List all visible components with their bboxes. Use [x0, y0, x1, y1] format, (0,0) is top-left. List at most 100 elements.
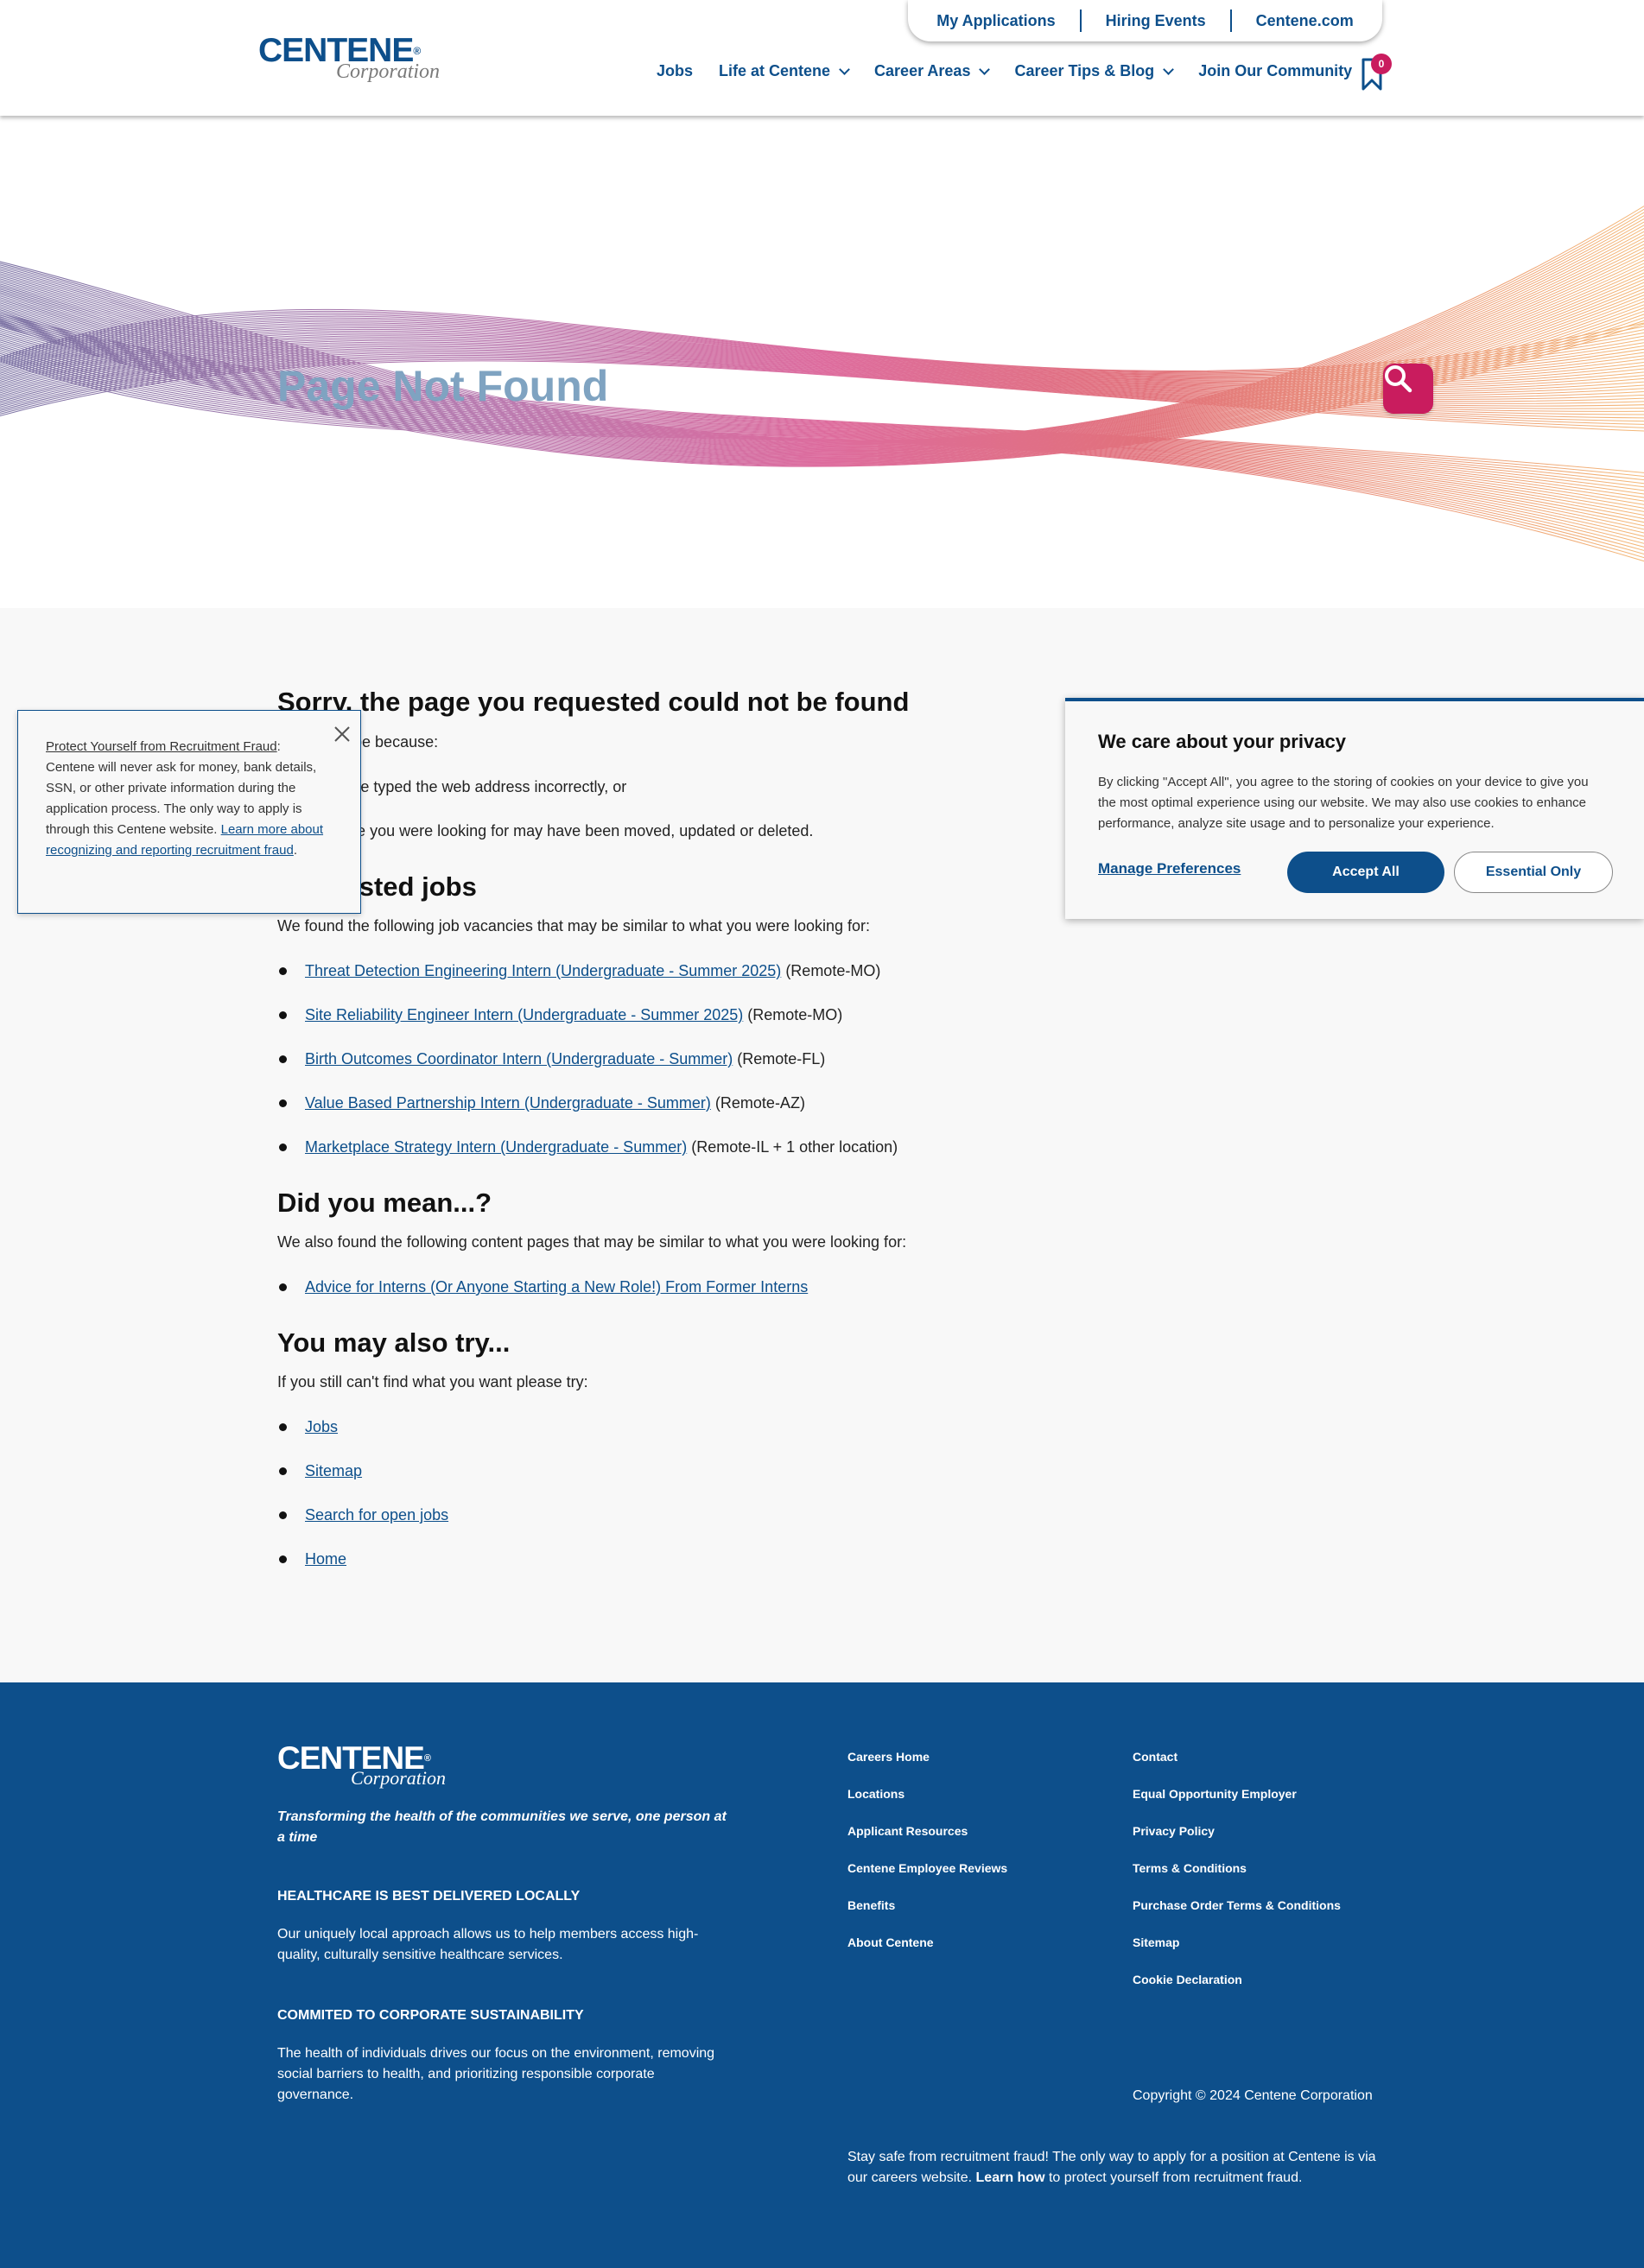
nav-career-areas[interactable]: Career Areas — [874, 62, 991, 80]
list-item: Marketplace Strategy Intern (Undergradua… — [277, 1137, 986, 1156]
list-item: Sitemap — [277, 1461, 986, 1480]
job-location: (Remote-MO) — [747, 1006, 843, 1023]
did-you-mean-intro: We also found the following content page… — [277, 1233, 907, 1251]
footer-link-equal-opportunity[interactable]: Equal Opportunity Employer — [1133, 1787, 1341, 1824]
logo-reg: ® — [423, 1753, 431, 1764]
content-page-link[interactable]: Advice for Interns (Or Anyone Starting a… — [305, 1278, 808, 1296]
footer-links-column-2: Contact Equal Opportunity Employer Priva… — [1133, 1750, 1341, 2010]
essential-only-button[interactable]: Essential Only — [1454, 852, 1613, 893]
list-item: Birth Outcomes Coordinator Intern (Under… — [277, 1049, 986, 1068]
centene-com-link[interactable]: Centene.com — [1232, 12, 1378, 30]
footer-links-column-1: Careers Home Locations Applicant Resourc… — [847, 1750, 1007, 1973]
list-item: Advice for Interns (Or Anyone Starting a… — [277, 1277, 986, 1296]
footer-fraud-notice: Stay safe from recruitment fraud! The on… — [847, 2147, 1383, 2189]
you-may-also-try-heading: You may also try... — [277, 1327, 511, 1358]
list-item: the page you were looking for may have b… — [305, 822, 814, 839]
hero-banner: Page Not Found — [0, 116, 1644, 608]
footer-link-terms[interactable]: Terms & Conditions — [1133, 1861, 1341, 1898]
search-open-jobs-link[interactable]: Search for open jobs — [305, 1506, 448, 1524]
footer-link-benefits[interactable]: Benefits — [847, 1898, 1007, 1935]
not-found-heading: Sorry, the page you requested could not … — [277, 687, 910, 717]
try-list: Jobs Sitemap Search for open jobs Home — [277, 1417, 986, 1568]
chevron-down-icon — [979, 63, 991, 75]
sitemap-link[interactable]: Sitemap — [305, 1462, 362, 1479]
list-item: Jobs — [277, 1417, 986, 1436]
search-button[interactable] — [1383, 364, 1433, 414]
footer-link-employee-reviews[interactable]: Centene Employee Reviews — [847, 1861, 1007, 1898]
fraud-warning-popup: Protect Yourself from Recruitment Fraud:… — [17, 710, 361, 914]
list-item: Search for open jobs — [277, 1505, 986, 1524]
site-header: My Applications Hiring Events Centene.co… — [0, 0, 1644, 116]
try-intro: If you still can't find what you want pl… — [277, 1373, 588, 1391]
logo-corporation: Corporation — [336, 60, 441, 83]
job-link[interactable]: Marketplace Strategy Intern (Undergradua… — [305, 1138, 687, 1156]
nav-join-our-community[interactable]: Join Our Community — [1198, 62, 1352, 80]
fraud-popup-end: . — [293, 843, 297, 858]
did-you-mean-heading: Did you mean...? — [277, 1188, 492, 1218]
job-link[interactable]: Threat Detection Engineering Intern (Und… — [305, 962, 781, 979]
close-icon[interactable] — [333, 725, 352, 744]
chevron-down-icon — [1163, 63, 1175, 75]
my-applications-link[interactable]: My Applications — [912, 12, 1079, 30]
site-footer: CENTENE® Corporation Transforming the he… — [0, 1682, 1644, 2268]
manage-preferences-link[interactable]: Manage Preferences — [1098, 860, 1241, 877]
footer-logo[interactable]: CENTENE® Corporation — [277, 1742, 447, 1790]
footer-tagline: Transforming the health of the communiti… — [277, 1809, 727, 1845]
cookie-consent-banner: We care about your privacy By clicking "… — [1065, 698, 1644, 919]
learn-how-link[interactable]: Learn how — [976, 2170, 1045, 2185]
footer-link-privacy-policy[interactable]: Privacy Policy — [1133, 1824, 1341, 1861]
list-item: Threat Detection Engineering Intern (Und… — [277, 961, 986, 980]
nav-label: Career Areas — [874, 62, 971, 79]
search-icon — [1385, 365, 1412, 393]
job-link[interactable]: Site Reliability Engineer Intern (Underg… — [305, 1006, 743, 1023]
footer-link-contact[interactable]: Contact — [1133, 1750, 1341, 1787]
job-location: (Remote-MO) — [785, 962, 881, 979]
logo-reg: ® — [413, 45, 421, 57]
footer-link-cookie-declaration[interactable]: Cookie Declaration — [1133, 1973, 1341, 2010]
jobs-link[interactable]: Jobs — [305, 1418, 338, 1435]
footer-section-text: The health of individuals drives our foc… — [277, 2046, 715, 2102]
list-item: Value Based Partnership Intern (Undergra… — [277, 1093, 986, 1112]
decorative-wave-graphic — [0, 205, 1644, 562]
utility-nav: My Applications Hiring Events Centene.co… — [908, 0, 1382, 41]
logo-corporation: Corporation — [351, 1767, 447, 1789]
nav-label: Life at Centene — [719, 62, 831, 79]
not-found-content: Sorry, the page you requested could not … — [277, 686, 986, 1568]
fraud-popup-text: Protect Yourself from Recruitment Fraud:… — [46, 737, 333, 861]
job-list: Threat Detection Engineering Intern (Und… — [277, 961, 986, 1156]
footer-link-sitemap[interactable]: Sitemap — [1133, 1935, 1341, 1973]
reason-list: You have typed the web address incorrect… — [277, 777, 986, 840]
hiring-events-link[interactable]: Hiring Events — [1082, 12, 1230, 30]
job-location: (Remote-IL + 1 other location) — [691, 1138, 898, 1156]
nav-jobs[interactable]: Jobs — [657, 62, 693, 80]
footer-link-careers-home[interactable]: Careers Home — [847, 1750, 1007, 1787]
page-title: Page Not Found — [277, 362, 609, 410]
footer-link-purchase-order-terms[interactable]: Purchase Order Terms & Conditions — [1133, 1898, 1341, 1935]
centene-logo[interactable]: CENTENE® Corporation — [258, 34, 441, 84]
list-item: Home — [277, 1549, 986, 1568]
footer-fraud-text: to protect yourself from recruitment fra… — [1044, 2170, 1303, 2185]
footer-section-heading: HEALTHCARE IS BEST DELIVERED LOCALLY — [277, 1889, 581, 1904]
page-list: Advice for Interns (Or Anyone Starting a… — [277, 1277, 986, 1296]
footer-link-locations[interactable]: Locations — [847, 1787, 1007, 1824]
job-location: (Remote-AZ) — [714, 1094, 805, 1112]
footer-link-applicant-resources[interactable]: Applicant Resources — [847, 1824, 1007, 1861]
list-item: You have typed the web address incorrect… — [305, 778, 627, 795]
nav-label: Career Tips & Blog — [1014, 62, 1155, 79]
main-nav: Jobs Life at Centene Career Areas Career… — [657, 62, 1378, 80]
footer-link-about-centene[interactable]: About Centene — [847, 1935, 1007, 1973]
nav-life-at-centene[interactable]: Life at Centene — [719, 62, 850, 80]
accept-all-button[interactable]: Accept All — [1287, 852, 1444, 893]
copyright-text: Copyright © 2024 Centene Corporation — [1133, 2088, 1373, 2103]
fraud-title-link[interactable]: Protect Yourself from Recruitment Fraud — [46, 739, 277, 754]
suggested-jobs-heading: Suggested jobs — [277, 871, 477, 902]
nav-career-tips-blog[interactable]: Career Tips & Blog — [1014, 62, 1175, 80]
footer-section-heading: COMMITED TO CORPORATE SUSTAINABILITY — [277, 2008, 584, 2023]
nav-label: Join Our Community — [1198, 62, 1353, 79]
job-link[interactable]: Birth Outcomes Coordinator Intern (Under… — [305, 1050, 733, 1067]
cookie-body: By clicking "Accept All", you agree to t… — [1098, 775, 1589, 831]
footer-section-text: Our uniquely local approach allows us to… — [277, 1927, 699, 1962]
home-link[interactable]: Home — [305, 1550, 346, 1568]
cookie-title: We care about your privacy — [1098, 731, 1346, 752]
job-link[interactable]: Value Based Partnership Intern (Undergra… — [305, 1094, 711, 1112]
